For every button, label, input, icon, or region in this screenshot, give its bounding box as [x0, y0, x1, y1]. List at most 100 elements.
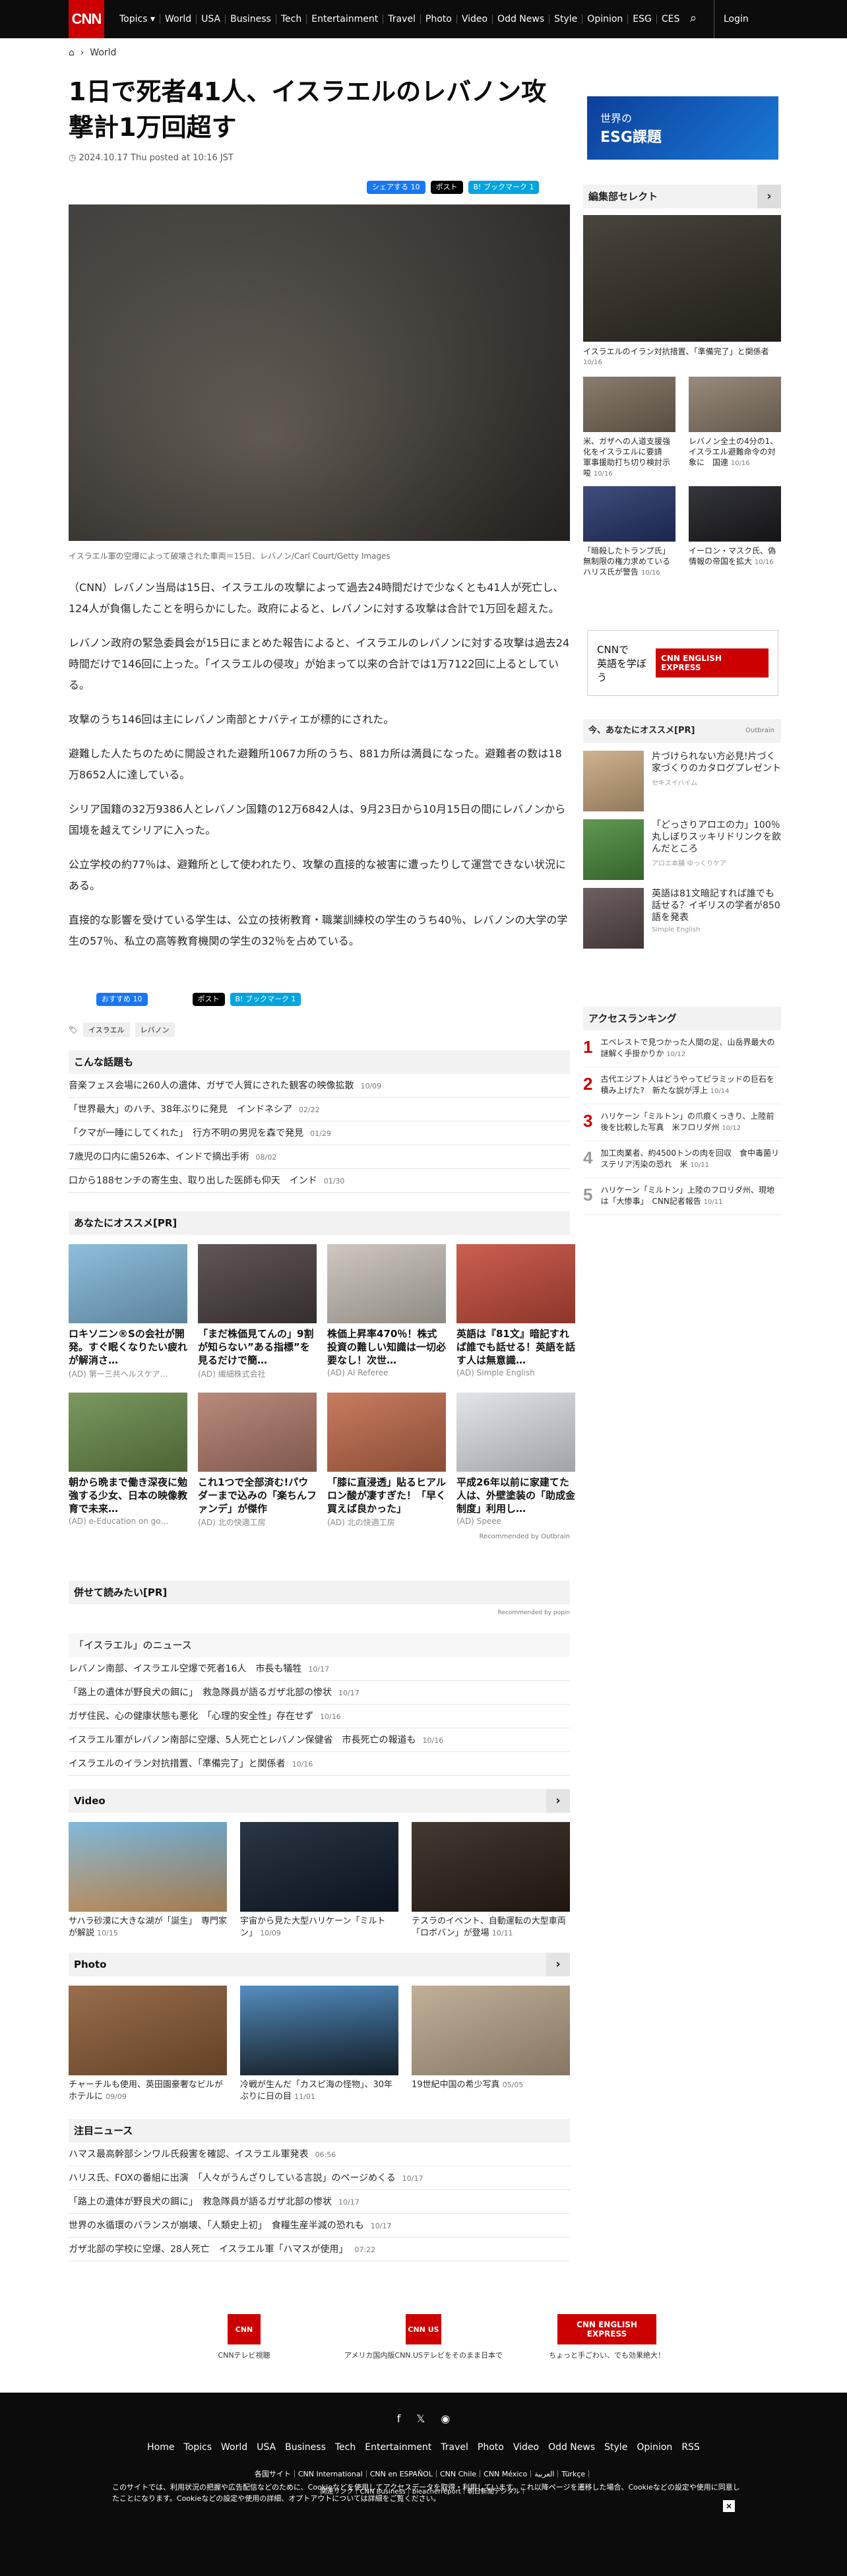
- editors-card[interactable]: 「暗殺したトランプ氏」無制限の権力求めている ハリス氏が警告 10/16: [583, 486, 675, 588]
- editors-card[interactable]: レバノン全土の4分の1、イスラエル避難命令の対象に 国連 10/16: [689, 377, 781, 478]
- footer-sites[interactable]: 各国サイト｜CNN International｜CNN en ESPAÑOL｜C…: [0, 2468, 847, 2479]
- close-icon[interactable]: ×: [723, 2500, 735, 2512]
- list-item[interactable]: ハリス氏、FOXの番組に出演 「人々がうんざりしている言説」のページめくる 10/…: [69, 2166, 570, 2190]
- nav-topics[interactable]: Topics ▾: [115, 15, 160, 24]
- list-item[interactable]: ガザ北部の学校に空爆、28人死亡 イスラエル軍「ハマスが使用」 07:22: [69, 2238, 570, 2261]
- popin-credit[interactable]: Recommended by popin: [69, 1610, 570, 1616]
- ad-card[interactable]: 英語は『81文』暗記すれば誰でも話せる！英語を話す人は無意識… (AD) Simp…: [456, 1244, 575, 1379]
- tag-lebanon[interactable]: レバノン: [135, 1022, 175, 1037]
- ranking-item[interactable]: 3 ハリケーン「ミルトン」の爪痕くっきり、上陸前後を比較した写真 米フロリダ州 1…: [583, 1104, 781, 1141]
- list-item[interactable]: 世界の水循環のバランスが崩壊、「人類史上初」 食糧生産半減の恐れも 10/17: [69, 2214, 570, 2238]
- chevron-right-icon[interactable]: ›: [757, 185, 781, 208]
- x-post-button[interactable]: ポスト: [192, 993, 225, 1006]
- list-item[interactable]: 音楽フェス会場に260人の遺体、ガザで人質にされた観客の映像拡散 10/09: [69, 1074, 570, 1098]
- hatena-bookmark-button[interactable]: B! ブックマーク 1: [230, 993, 301, 1006]
- list-item[interactable]: ハマス最高幹部シンワル氏殺害を確認、イスラエル軍発表 06:56: [69, 2143, 570, 2166]
- english-express-banner[interactable]: CNN ENGLISH EXPRESS ちょっと手ごわい、でも効果絶大！: [541, 2314, 673, 2360]
- photo-card[interactable]: チャーチルも使用、英田園豪奢なビルがホテルに 09/09: [69, 1986, 227, 2103]
- nav-travel[interactable]: Travel: [383, 15, 421, 24]
- list-item[interactable]: イスラエル軍がレバノン南部に空爆、5人死亡とレバノン保健省 市長死亡の報道も 10…: [69, 1728, 570, 1752]
- nav-entertainment[interactable]: Entertainment: [307, 15, 384, 24]
- list-item[interactable]: 「路上の遺体が野良犬の餌に」 救急隊員が語るガザ北部の惨状 10/17: [69, 2190, 570, 2214]
- footer-link[interactable]: Odd News: [548, 2442, 595, 2453]
- nav-tech[interactable]: Tech: [276, 15, 307, 24]
- facebook-share-button[interactable]: シェアする 10: [367, 181, 425, 194]
- ranking-item[interactable]: 1 エベレストで見つかった人間の足、山岳界最大の謎解く手掛かりか 10/12: [583, 1030, 781, 1067]
- editors-card[interactable]: イーロン・マスク氏、偽情報の帝国を拡大 10/16: [689, 486, 781, 588]
- nav-esg[interactable]: ESG: [628, 15, 657, 24]
- rss-icon[interactable]: ◉: [441, 2412, 450, 2425]
- editors-card[interactable]: 米、ガザへの人道支援強化をイスラエルに要請 軍事援助打ち切り検討示唆 10/16: [583, 377, 675, 478]
- ob-item[interactable]: 片づけられない方必見!片づく家づくりのカタログプレゼント セキスイハイム: [583, 751, 781, 811]
- nav-ces[interactable]: CES: [657, 15, 685, 24]
- english-express-ad[interactable]: CNNで 英語を学ぼう CNN ENGLISH EXPRESS: [587, 630, 778, 696]
- facebook-icon[interactable]: f: [397, 2412, 401, 2425]
- ad-card[interactable]: 「膝に直浸透」貼るヒアルロン酸が凄すぎた！「早く買えば良かった」 (AD) 北の快…: [327, 1393, 446, 1528]
- nav-business[interactable]: Business: [226, 15, 276, 24]
- hatena-bookmark-button[interactable]: B! ブックマーク 1: [468, 181, 540, 194]
- photo-card[interactable]: 冷戦が生んだ「カスピ海の怪物」、30年ぶりに日の目 11/01: [240, 1986, 398, 2103]
- ad-card[interactable]: 平成26年以前に家建てた人は、外壁塗装の「助成金制度」利用し… (AD) Spee…: [456, 1393, 575, 1528]
- nav-world[interactable]: World: [160, 15, 197, 24]
- nav-style[interactable]: Style: [549, 15, 583, 24]
- esg-banner[interactable]: 世界の ESG課題: [587, 96, 778, 160]
- breadcrumb-world[interactable]: World: [90, 47, 116, 58]
- x-icon[interactable]: 𝕏: [416, 2412, 425, 2425]
- footer-link[interactable]: Video: [513, 2442, 539, 2453]
- related-topics: こんな話題も 音楽フェス会場に260人の遺体、ガザで人質にされた観客の映像拡散 1…: [69, 1050, 570, 1193]
- nav-usa[interactable]: USA: [197, 15, 226, 24]
- footer-link[interactable]: Tech: [335, 2442, 356, 2453]
- outbrain-credit[interactable]: Recommended by Outbrain: [69, 1533, 570, 1540]
- ranking-item[interactable]: 4 加工肉業者、約4500トンの肉を回収 食中毒菌リステリア汚染の恐れ 米 10/…: [583, 1141, 781, 1178]
- footer-link[interactable]: Topics: [184, 2442, 212, 2453]
- editors-top-card[interactable]: イスラエルのイラン対抗措置、「準備完了」と関係者 10/16: [583, 215, 781, 366]
- home-icon[interactable]: ⌂: [69, 47, 75, 58]
- video-card[interactable]: 宇宙から見た大型ハリケーン「ミルトン」 10/09: [240, 1822, 398, 1939]
- search-icon[interactable]: ⌕: [690, 11, 697, 25]
- list-item[interactable]: 7歳児の口内に歯526本、インドで摘出手術 08/02: [69, 1145, 570, 1169]
- footer-link[interactable]: Style: [604, 2442, 627, 2453]
- footer-link[interactable]: Entertainment: [365, 2442, 431, 2453]
- footer-link[interactable]: Travel: [441, 2442, 468, 2453]
- nav-video[interactable]: Video: [457, 15, 493, 24]
- chevron-right-icon[interactable]: ›: [546, 1789, 570, 1813]
- ob-item[interactable]: 「どっさりアロエの力」100％丸しぼりスッキリドリンクを飲んだところ アロエ本舗 …: [583, 819, 781, 880]
- video-card[interactable]: サハラ砂漠に大きな湖が「誕生」 専門家が解説 10/15: [69, 1822, 227, 1939]
- tag-israel[interactable]: イスラエル: [82, 1022, 130, 1037]
- footer-link[interactable]: Home: [147, 2442, 174, 2453]
- video-card[interactable]: テスラのイベント、自動運転の大型車両「ロボバン」が登場 10/11: [412, 1822, 570, 1939]
- cnn-logo[interactable]: CNN: [69, 0, 104, 38]
- list-item[interactable]: ガザ住民、心の健康状態も悪化 「心理的安全性」存在せず 10/16: [69, 1705, 570, 1728]
- footer-link[interactable]: RSS: [681, 2442, 700, 2453]
- list-item[interactable]: イスラエルのイラン対抗措置、「準備完了」と関係者 10/16: [69, 1752, 570, 1776]
- ad-card[interactable]: これ1つで全部済む!パウダーまで込みの「楽ちんファンデ」が傑作 (AD) 北の快適…: [198, 1393, 317, 1528]
- ad-card[interactable]: 株価上昇率470％！株式投資の難しい知識は一切必要なし！次世… (AD) AI R…: [327, 1244, 446, 1379]
- photo-card[interactable]: 19世紀中国の希少写真 05/05: [412, 1986, 570, 2103]
- x-post-button[interactable]: ポスト: [430, 181, 463, 194]
- list-item[interactable]: 口から188センチの寄生虫、取り出した医師も仰天 インド 01/30: [69, 1169, 570, 1193]
- image-caption: イスラエル軍の空爆によって破壊された車両＝15日、レバノン/Carl Court…: [69, 551, 391, 561]
- nav-photo[interactable]: Photo: [421, 15, 457, 24]
- footer-link[interactable]: USA: [257, 2442, 276, 2453]
- login-button[interactable]: Login: [714, 0, 749, 38]
- nav-opinion[interactable]: Opinion: [582, 15, 629, 24]
- list-item[interactable]: 「世界最大」のハチ、38年ぶりに発見 インドネシア 02/22: [69, 1098, 570, 1121]
- ad-card[interactable]: 「まだ株価見てんの」9割が知らない”ある指標”を見るだけで簡… (AD) 繊細株式…: [198, 1244, 317, 1379]
- ob-item[interactable]: 英語は81文暗記すれば誰でも話せる？イギリスの学者が850語を発表 Simple …: [583, 888, 781, 949]
- list-item[interactable]: 「路上の遺体が野良犬の餌に」 救急隊員が語るガザ北部の惨状 10/17: [69, 1681, 570, 1705]
- ad-card[interactable]: ロキソニン®Sの会社が開発。すぐ眠くなりたい疲れが解消さ… (AD) 第一三共ヘル…: [69, 1244, 187, 1379]
- cnn-tv-banner[interactable]: CNN CNNテレビ視聴: [204, 2314, 284, 2360]
- ranking-item[interactable]: 5 ハリケーン「ミルトン」上陸のフロリダ州、現地は「大惨事」 CNN記者報告 10…: [583, 1178, 781, 1215]
- nav-odd-news[interactable]: Odd News: [493, 15, 550, 24]
- ranking-item[interactable]: 2 古代エジプト人はどうやってピラミッドの巨石を積み上げた? 新たな説が浮上 10…: [583, 1067, 781, 1104]
- footer-link[interactable]: World: [221, 2442, 247, 2453]
- list-item[interactable]: レバノン南部、イスラエル空爆で死者16人 市長も犠牲 10/17: [69, 1657, 570, 1681]
- footer-link[interactable]: Photo: [478, 2442, 504, 2453]
- footer-link[interactable]: Opinion: [637, 2442, 672, 2453]
- footer-link[interactable]: Business: [285, 2442, 326, 2453]
- chevron-right-icon[interactable]: ›: [546, 1953, 570, 1976]
- list-item[interactable]: 「クマが一睡にしてくれた」 行方不明の男児を森で発見 01/29: [69, 1121, 570, 1145]
- ad-card[interactable]: 朝から晩まで働き深夜に勉強する少女、日本の映像教育で未来… (AD) e-Educ…: [69, 1393, 187, 1528]
- cnn-us-banner[interactable]: CNN US アメリカ国内版CNN.USテレビをそのまま日本で: [338, 2314, 509, 2360]
- facebook-recommend-button[interactable]: おすすめ 10: [96, 993, 148, 1006]
